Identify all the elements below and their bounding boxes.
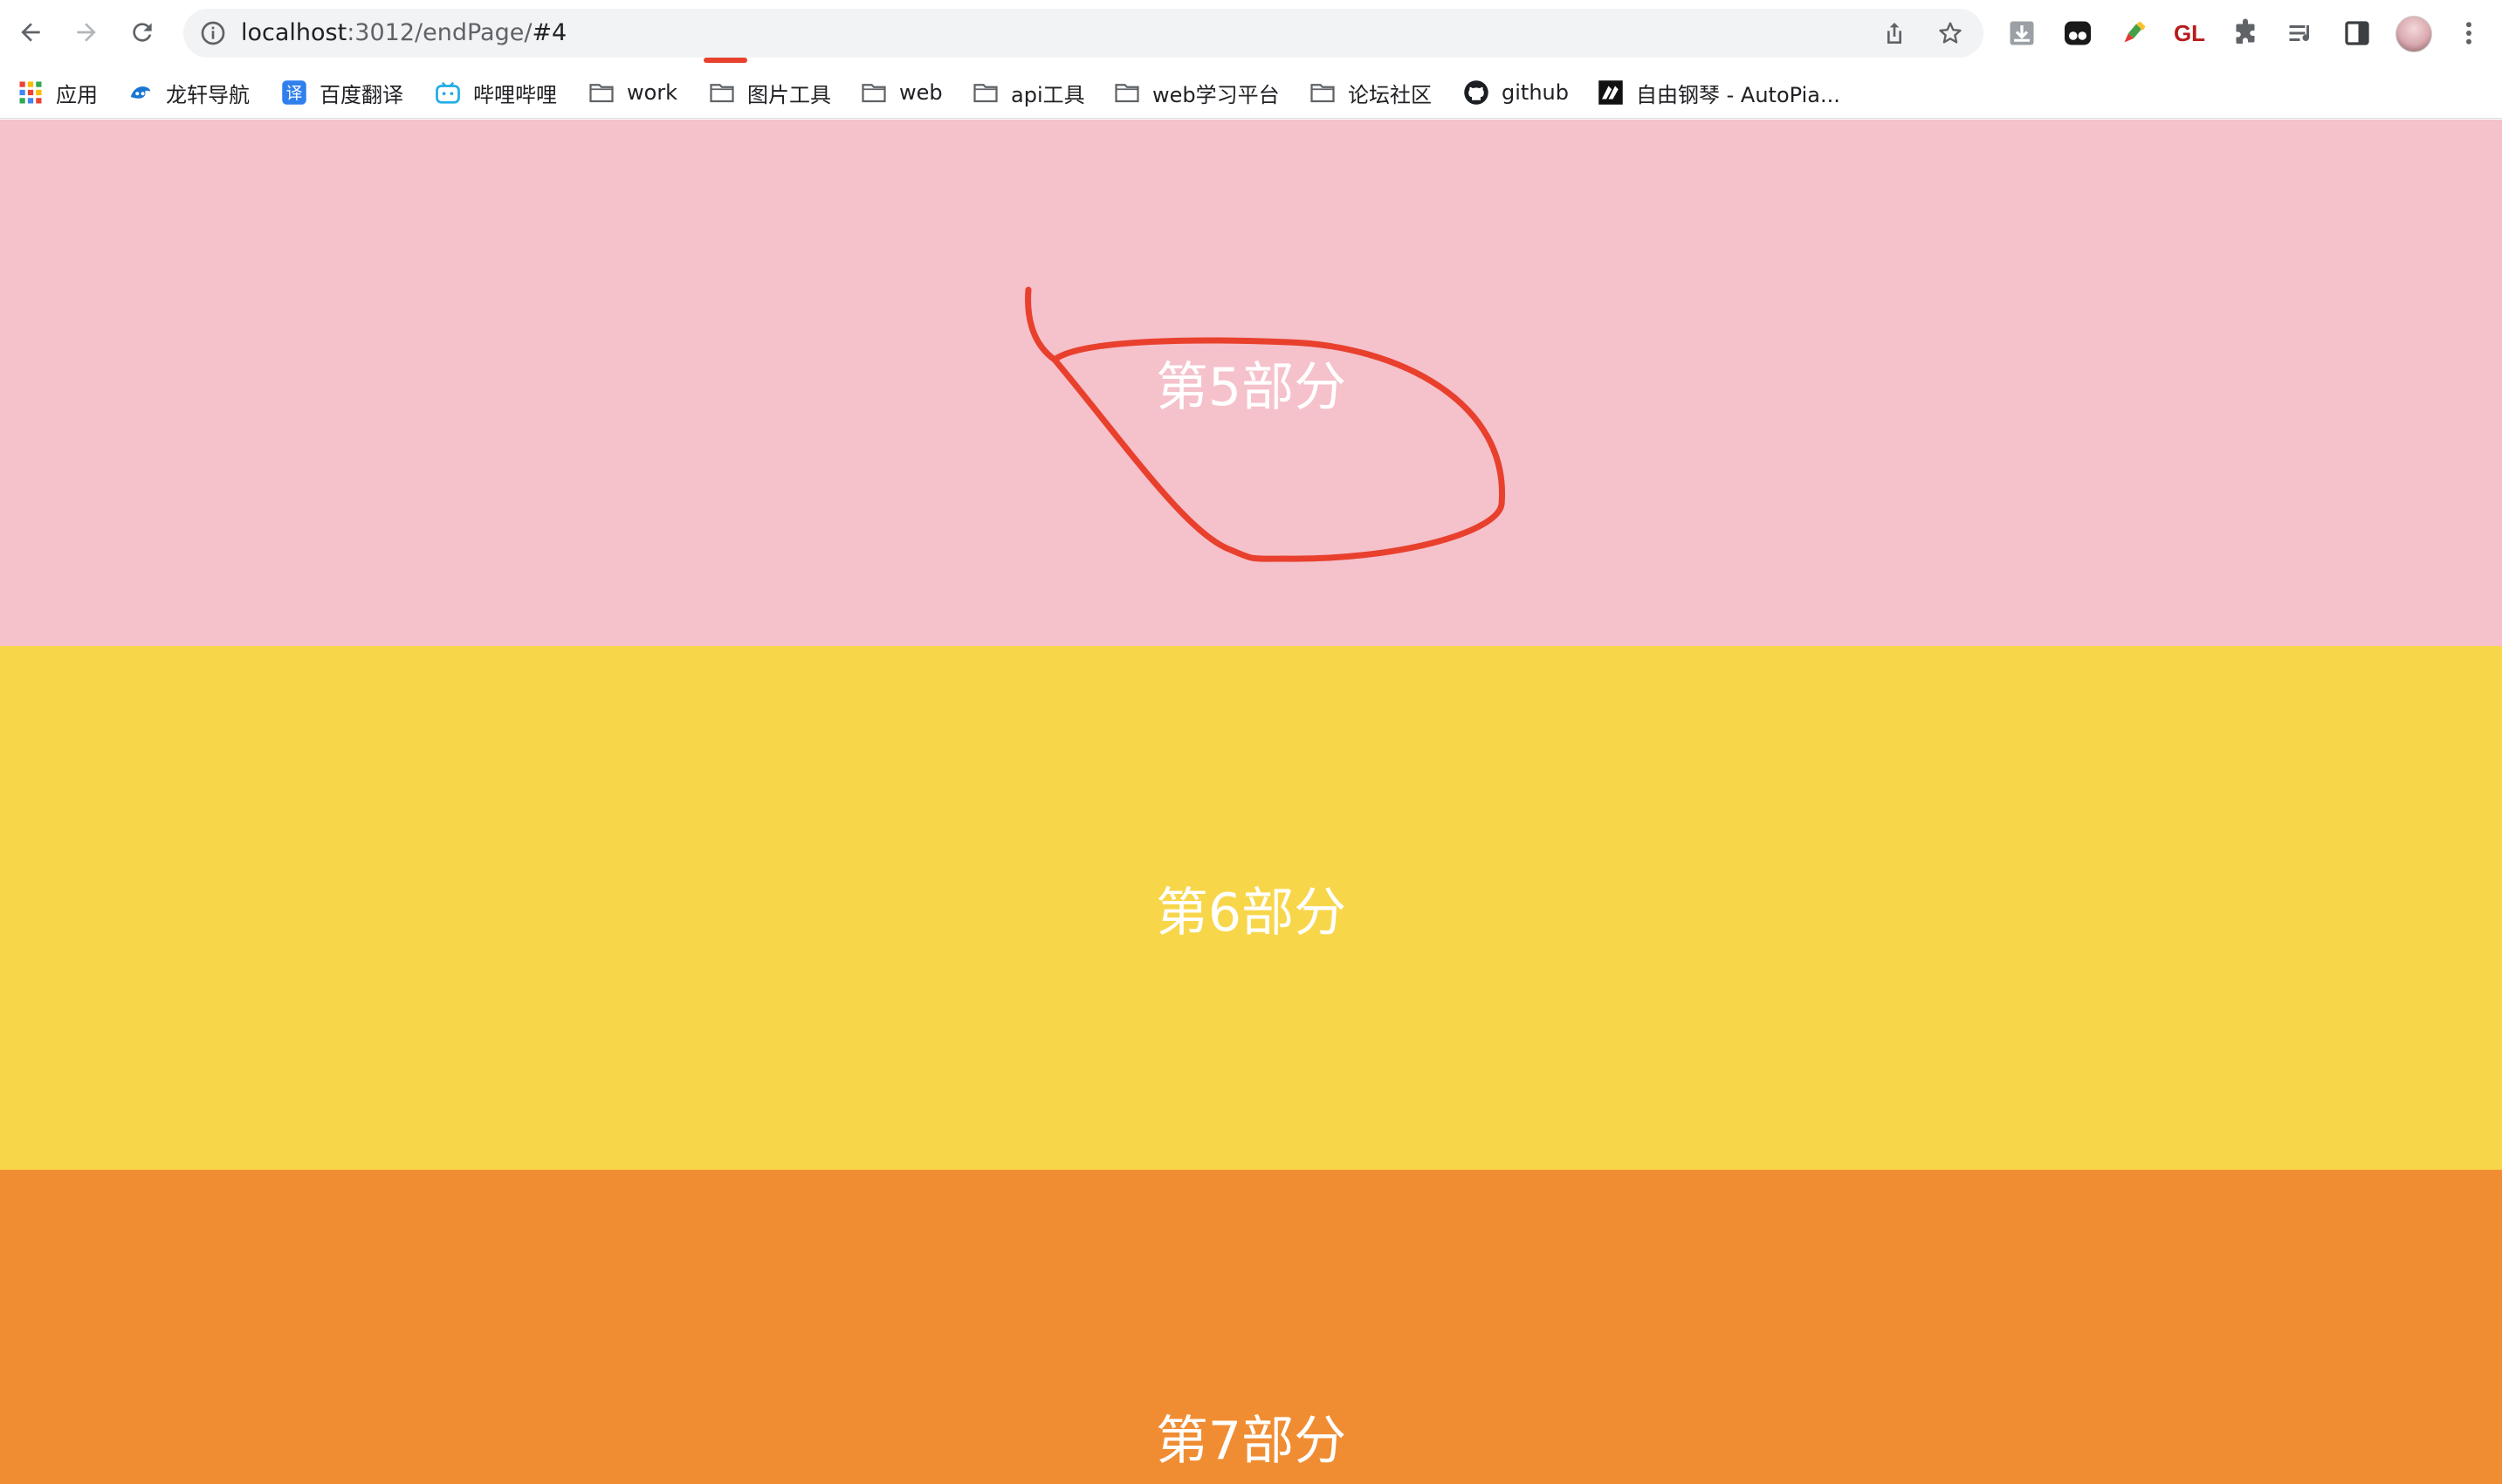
section-6: 第6部分 bbox=[0, 646, 2502, 1170]
address-bar[interactable]: localhost:3012/endPage/#4 bbox=[183, 9, 1983, 63]
url-path: :3012/endPage/ bbox=[347, 19, 533, 46]
puzzle-icon bbox=[2236, 18, 2255, 44]
folder-icon bbox=[1114, 79, 1140, 106]
bookmark-star-icon[interactable] bbox=[1936, 19, 1964, 47]
bookmark-baidu-translate[interactable]: 译 百度翻译 bbox=[281, 66, 403, 119]
tampermonkey-extension[interactable] bbox=[2060, 16, 2095, 51]
folder-icon bbox=[1309, 79, 1336, 106]
arrow-left-icon bbox=[21, 23, 40, 42]
share-icon[interactable] bbox=[1880, 19, 1908, 47]
url-text[interactable]: localhost:3012/endPage/#4 bbox=[241, 9, 567, 58]
bookmark-folder-web[interactable]: web bbox=[861, 66, 943, 119]
bookmark-autopiano[interactable]: 自由钢琴 - AutoPia... bbox=[1598, 66, 1840, 119]
profile-avatar[interactable] bbox=[2395, 16, 2432, 52]
blue-bird-icon bbox=[127, 79, 154, 106]
url-hash: #4 bbox=[532, 19, 567, 46]
apps-grid-icon bbox=[17, 79, 44, 106]
folder-icon bbox=[861, 79, 887, 106]
browser-toolbar: localhost:3012/endPage/#4 GL bbox=[0, 0, 2502, 66]
gl-extension[interactable]: GL bbox=[2172, 16, 2207, 51]
bookmark-label: 应用 bbox=[56, 82, 98, 107]
info-icon[interactable] bbox=[199, 19, 227, 47]
bookmark-apps[interactable]: 应用 bbox=[17, 66, 98, 119]
section-title: 第5部分 bbox=[1155, 357, 1347, 418]
browser-menu-button[interactable] bbox=[2451, 16, 2486, 51]
color-picker-icon bbox=[2124, 21, 2146, 43]
bookmark-longxuan-nav[interactable]: 龙轩导航 bbox=[127, 66, 250, 119]
reading-list-icon bbox=[2289, 25, 2309, 41]
bookmark-folder-forum[interactable]: 论坛社区 bbox=[1309, 66, 1432, 119]
download-extension[interactable] bbox=[2004, 16, 2039, 51]
bookmarks-bar: 应用 龙轩导航 译 百度翻译 哔哩哔哩 work 图片工具 web api工具 … bbox=[0, 66, 2502, 119]
bookmark-label: 论坛社区 bbox=[1348, 82, 1432, 107]
svg-text:译: 译 bbox=[286, 85, 303, 103]
bookmark-label: 百度翻译 bbox=[320, 82, 403, 107]
browser-window: localhost:3012/endPage/#4 GL 应用 龙轩导航 译 百… bbox=[0, 0, 2502, 1484]
bookmark-folder-image-tools[interactable]: 图片工具 bbox=[709, 66, 831, 119]
url-host: localhost bbox=[241, 19, 347, 46]
back-button[interactable] bbox=[10, 12, 51, 52]
section-7: 第7部分 bbox=[0, 1170, 2502, 1484]
bookmark-label: work bbox=[627, 80, 678, 105]
reload-button[interactable] bbox=[122, 12, 162, 52]
bookmark-folder-api-tools[interactable]: api工具 bbox=[973, 66, 1085, 119]
tampermonkey-icon bbox=[2065, 21, 2091, 45]
bookmark-label: web bbox=[899, 80, 943, 105]
arrow-right-icon bbox=[77, 23, 96, 42]
section-title: 第7部分 bbox=[1155, 1411, 1347, 1472]
bookmark-label: 哔哩哔哩 bbox=[473, 82, 557, 107]
gl-label: GL bbox=[2173, 19, 2206, 46]
folder-icon bbox=[709, 79, 735, 106]
reload-icon bbox=[133, 23, 152, 42]
folder-icon bbox=[588, 79, 615, 106]
translate-icon: 译 bbox=[281, 79, 307, 106]
piano-icon bbox=[1598, 79, 1624, 106]
bookmark-label: api工具 bbox=[1011, 82, 1085, 107]
github-icon bbox=[1463, 79, 1489, 106]
more-vert-icon bbox=[2466, 22, 2471, 45]
folder-icon bbox=[973, 79, 999, 106]
bookmark-bilibili[interactable]: 哔哩哔哩 bbox=[435, 66, 557, 119]
bookmark-github[interactable]: github bbox=[1463, 66, 1569, 119]
bookmark-folder-work[interactable]: work bbox=[588, 66, 677, 119]
bookmark-label: 龙轩导航 bbox=[166, 82, 250, 107]
side-panel-button[interactable] bbox=[2340, 16, 2375, 51]
bilibili-icon bbox=[435, 79, 461, 106]
bookmark-folder-web-learning[interactable]: web学习平台 bbox=[1114, 66, 1280, 119]
forward-button[interactable] bbox=[66, 12, 107, 52]
section-title: 第6部分 bbox=[1155, 882, 1347, 944]
bookmark-label: web学习平台 bbox=[1152, 82, 1280, 107]
extensions-button[interactable] bbox=[2228, 16, 2263, 51]
side-panel-icon bbox=[2345, 21, 2369, 45]
section-5: 第5部分 bbox=[0, 120, 2502, 646]
bookmark-label: 图片工具 bbox=[747, 82, 831, 107]
bookmark-label: github bbox=[1502, 80, 1569, 105]
download-icon bbox=[2010, 21, 2034, 45]
color-picker-extension[interactable] bbox=[2116, 16, 2151, 51]
bookmark-label: 自由钢琴 - AutoPia... bbox=[1636, 82, 1840, 107]
reading-list-button[interactable] bbox=[2284, 16, 2319, 51]
hash-underline-annotation bbox=[704, 58, 747, 63]
